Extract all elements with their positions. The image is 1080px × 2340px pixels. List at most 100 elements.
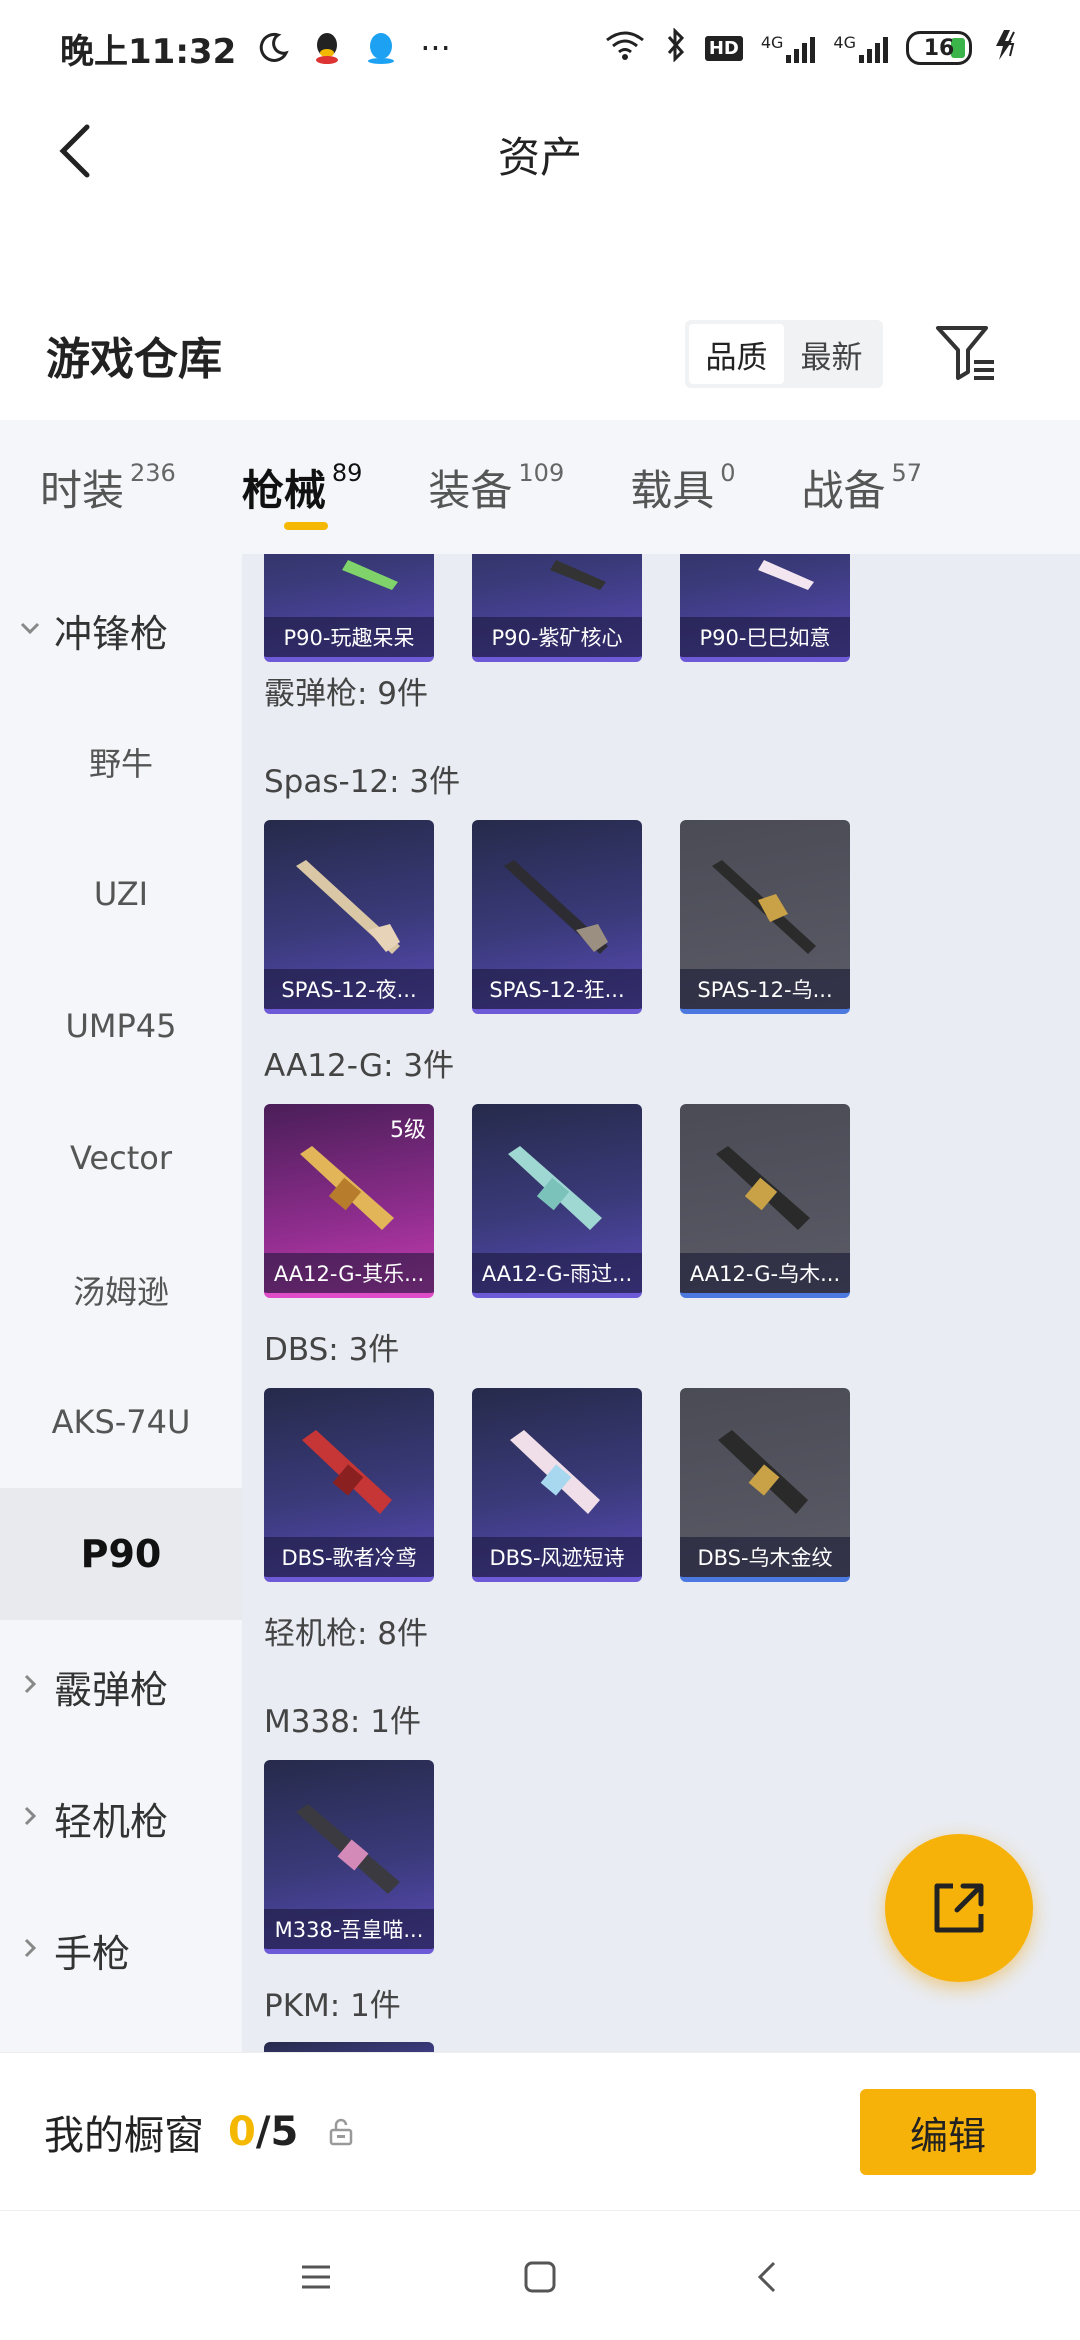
sidebar-group-shotgun[interactable]: 霰弹枪 — [0, 1620, 242, 1752]
weapon-name: P90-玩趣呆呆 — [264, 617, 434, 657]
sidebar-item-label: 汤姆逊 — [72, 1273, 169, 1311]
weapon-grid: P90-玩趣呆呆 P90-紫矿核心 P90-巳巳如意 霰弹枪: 9件 Spas-… — [242, 554, 1080, 2052]
warehouse-header: 游戏仓库 品质 最新 — [0, 300, 1080, 410]
weapon-image — [296, 860, 400, 954]
chevron-down-icon — [18, 614, 44, 647]
bluetooth-icon — [665, 26, 687, 69]
tab-count: 57 — [891, 459, 923, 487]
showcase-max: /5 — [255, 2108, 299, 2155]
app-header: 资产 — [0, 96, 1080, 212]
lock-icon — [328, 2118, 354, 2146]
battery-icon: 16 — [906, 31, 972, 65]
network-type-2: 4G — [833, 33, 856, 52]
filter-button[interactable] — [930, 318, 1000, 388]
sidebar-group-lmg[interactable]: 轻机枪 — [0, 1752, 242, 1884]
sidebar-item-vector[interactable]: Vector — [0, 1092, 242, 1224]
tab-equipment[interactable]: 装备 109 — [428, 420, 564, 554]
tab-fashion[interactable]: 时装 236 — [40, 420, 176, 554]
sort-toggle: 品质 最新 — [685, 320, 883, 388]
back-button[interactable] — [40, 116, 110, 186]
sidebar-group-pistol[interactable]: 手枪 — [0, 1884, 242, 2016]
moon-icon — [256, 31, 290, 65]
weapon-card[interactable]: DBS-风迹短诗 — [472, 1388, 642, 1582]
sidebar-item-aks74u[interactable]: AKS-74U — [0, 1356, 242, 1488]
weapon-card[interactable] — [264, 2042, 434, 2052]
sidebar-item-uzi[interactable]: UZI — [0, 828, 242, 960]
showcase-current: 0 — [228, 2108, 256, 2155]
sidebar-item-ump45[interactable]: UMP45 — [0, 960, 242, 1092]
sidebar-item-thompson[interactable]: 汤姆逊 — [0, 1224, 242, 1356]
weapon-card[interactable]: 5级 AA12-G-其乐... — [264, 1104, 434, 1298]
weapon-card[interactable]: DBS-乌木金纹 — [680, 1388, 850, 1582]
status-right: HD 4G 4G 16 — [603, 26, 1020, 69]
sidebar-item-p90[interactable]: P90 — [0, 1488, 242, 1620]
edit-button[interactable]: 编辑 — [860, 2089, 1036, 2175]
weapon-card[interactable]: AA12-G-乌木... — [680, 1104, 850, 1298]
weapon-image — [718, 1430, 808, 1514]
share-button[interactable] — [885, 1834, 1033, 1982]
sidebar-group-smg[interactable]: 冲锋枪 — [0, 564, 242, 696]
weapon-name: AA12-G-乌木... — [680, 1253, 850, 1293]
sidebar-item-label: UZI — [93, 875, 149, 913]
showcase-label: 我的橱窗 — [44, 2112, 204, 2159]
weapon-name: DBS-乌木金纹 — [680, 1537, 850, 1577]
sidebar-item-label: AKS-74U — [51, 1403, 191, 1441]
tab-firearms[interactable]: 枪械 89 — [242, 420, 362, 554]
page-title: 资产 — [497, 132, 582, 182]
back-arrow-icon — [59, 124, 90, 178]
weapon-card[interactable]: SPAS-12-夜... — [264, 820, 434, 1014]
sort-latest-option[interactable]: 最新 — [784, 324, 879, 384]
sidebar-item-bizon[interactable]: 野牛 — [0, 696, 242, 828]
network-type-1: 4G — [760, 33, 784, 52]
home-button[interactable] — [512, 2249, 568, 2305]
weapon-name: SPAS-12-夜... — [264, 969, 434, 1009]
weapon-card[interactable]: M338-吾皇喵... — [264, 1760, 434, 1954]
sort-quality-option[interactable]: 品质 — [689, 324, 784, 384]
signal-icon: 4G — [833, 33, 888, 63]
weapon-card[interactable]: P90-玩趣呆呆 — [264, 554, 434, 662]
weapon-image — [550, 560, 606, 590]
weapon-name: AA12-G-雨过... — [472, 1253, 642, 1293]
weapon-image — [508, 1146, 602, 1230]
status-bar: 晚上11:32 ··· HD 4G 4G 16 — [0, 0, 1080, 96]
charging-icon — [990, 28, 1020, 69]
sidebar-group-label: 冲锋枪 — [54, 611, 169, 656]
sidebar-item-label: UMP45 — [65, 1007, 177, 1045]
weapon-card[interactable]: SPAS-12-乌... — [680, 820, 850, 1014]
tab-count: 0 — [720, 459, 736, 487]
signal-icon: 4G — [761, 33, 816, 63]
weapon-name: DBS-歌者冷鸢 — [264, 1537, 434, 1577]
filter-icon — [936, 326, 994, 380]
weapon-name: SPAS-12-乌... — [680, 969, 850, 1009]
showcase-bar: 我的橱窗 0/5 编辑 — [0, 2052, 1080, 2210]
tab-vehicles[interactable]: 载具 0 — [630, 420, 735, 554]
tab-label: 装备 — [428, 465, 513, 515]
weapon-image — [296, 1804, 400, 1894]
tab-active-indicator — [283, 522, 328, 530]
weapon-name: P90-紫矿核心 — [472, 617, 642, 657]
sidebar-group-label: 霰弹枪 — [54, 1667, 169, 1712]
wifi-icon — [603, 28, 647, 69]
tab-label: 时装 — [40, 465, 125, 515]
weapon-card[interactable]: SPAS-12-狂... — [472, 820, 642, 1014]
nav-back-button[interactable] — [740, 2249, 796, 2305]
sidebar-group-label: 轻机枪 — [54, 1799, 169, 1844]
weapon-card[interactable]: P90-巳巳如意 — [680, 554, 850, 662]
group-heading: 霰弹枪: 9件 — [264, 676, 429, 712]
weapon-card[interactable]: DBS-歌者冷鸢 — [264, 1388, 434, 1582]
qq-icon — [312, 31, 342, 65]
weapon-name: M338-吾皇喵... — [264, 1909, 434, 1949]
menu-button[interactable] — [288, 2249, 344, 2305]
tab-supplies[interactable]: 战备 57 — [802, 420, 923, 554]
sidebar-item-label: Vector — [70, 1139, 172, 1177]
tab-count: 109 — [518, 459, 565, 487]
more-icon: ··· — [420, 29, 451, 67]
nav-back-icon — [757, 2261, 776, 2293]
subgroup-heading: PKM: 1件 — [264, 1988, 401, 2024]
system-nav-bar — [0, 2210, 1080, 2340]
weapon-card[interactable]: AA12-G-雨过... — [472, 1104, 642, 1298]
weapon-image — [300, 1146, 394, 1230]
tab-label: 载具 — [630, 465, 715, 515]
weapon-card[interactable]: P90-紫矿核心 — [472, 554, 642, 662]
weapon-name: DBS-风迹短诗 — [472, 1537, 642, 1577]
